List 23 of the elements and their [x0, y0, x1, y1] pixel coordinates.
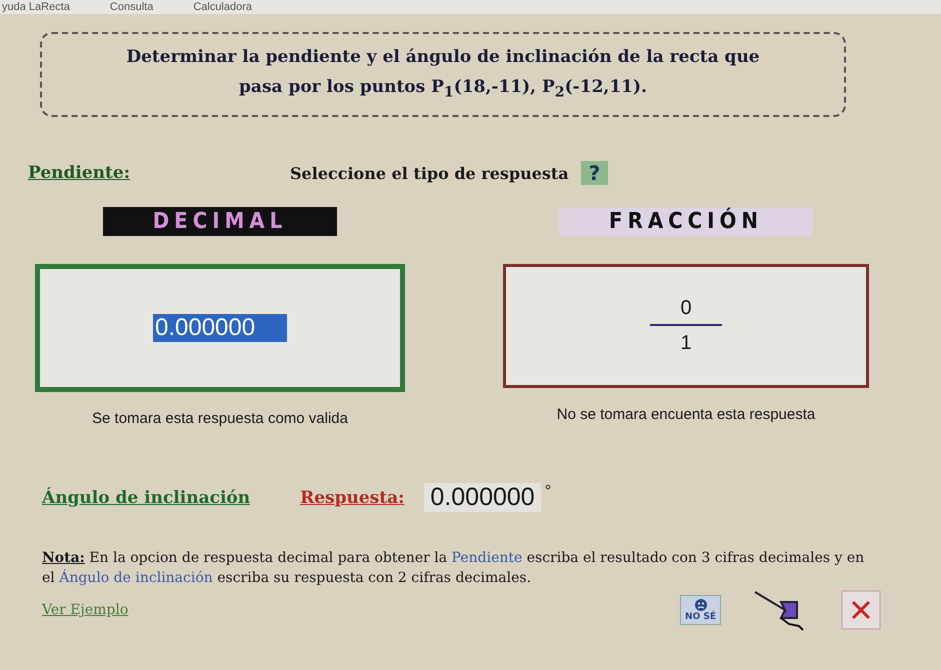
slope-label: Pendiente:	[28, 163, 131, 184]
example-link[interactable]: Ver Ejemplo	[42, 602, 680, 618]
sad-face-icon	[694, 598, 708, 612]
degree-sign: °	[544, 483, 552, 502]
answer-type-tab[interactable]: FRACCIÓN	[559, 207, 813, 236]
menu-item[interactable]: Calculadora	[193, 0, 252, 14]
close-icon[interactable]	[841, 590, 881, 630]
answer-note: No se tomara encuenta esta respuesta	[556, 406, 816, 424]
problem-statement: Determinar la pendiente y el ángulo de inclinación de la recta que pasa por los puntos P$_{1}$(18,-11), P$_{2}$(-12,11).	[40, 32, 846, 118]
help-button[interactable]: ?	[580, 161, 608, 186]
answer-note: Se tomara esta respuesta como valida	[92, 410, 348, 428]
numerator-field[interactable]: 0	[650, 297, 722, 326]
answer-label: Respuesta:	[300, 488, 404, 508]
prompt-text: Seleccione el tipo de respuesta	[290, 164, 569, 183]
denominator-field[interactable]: 1	[650, 332, 722, 356]
slope-input-field[interactable]: 0.000000	[153, 314, 287, 342]
note-text: Nota: En la opcion de respuesta decimal para obtener la Pendiente escriba el resultado con 3 cifras decimales y en el Ángulo de inclinación escriba su respuesta con 2 cifras decimales.	[42, 549, 866, 588]
angle-input-field[interactable]: 0.000000	[424, 483, 541, 512]
angle-label: Ángulo de inclinación	[42, 488, 250, 508]
menu-item[interactable]: yuda LaRecta	[2, 0, 70, 14]
answer-type-tab[interactable]: DECIMAL	[102, 207, 338, 236]
menu-item[interactable]: Consulta	[110, 0, 154, 14]
dont-know-button[interactable]: NO SÉ	[680, 595, 721, 626]
